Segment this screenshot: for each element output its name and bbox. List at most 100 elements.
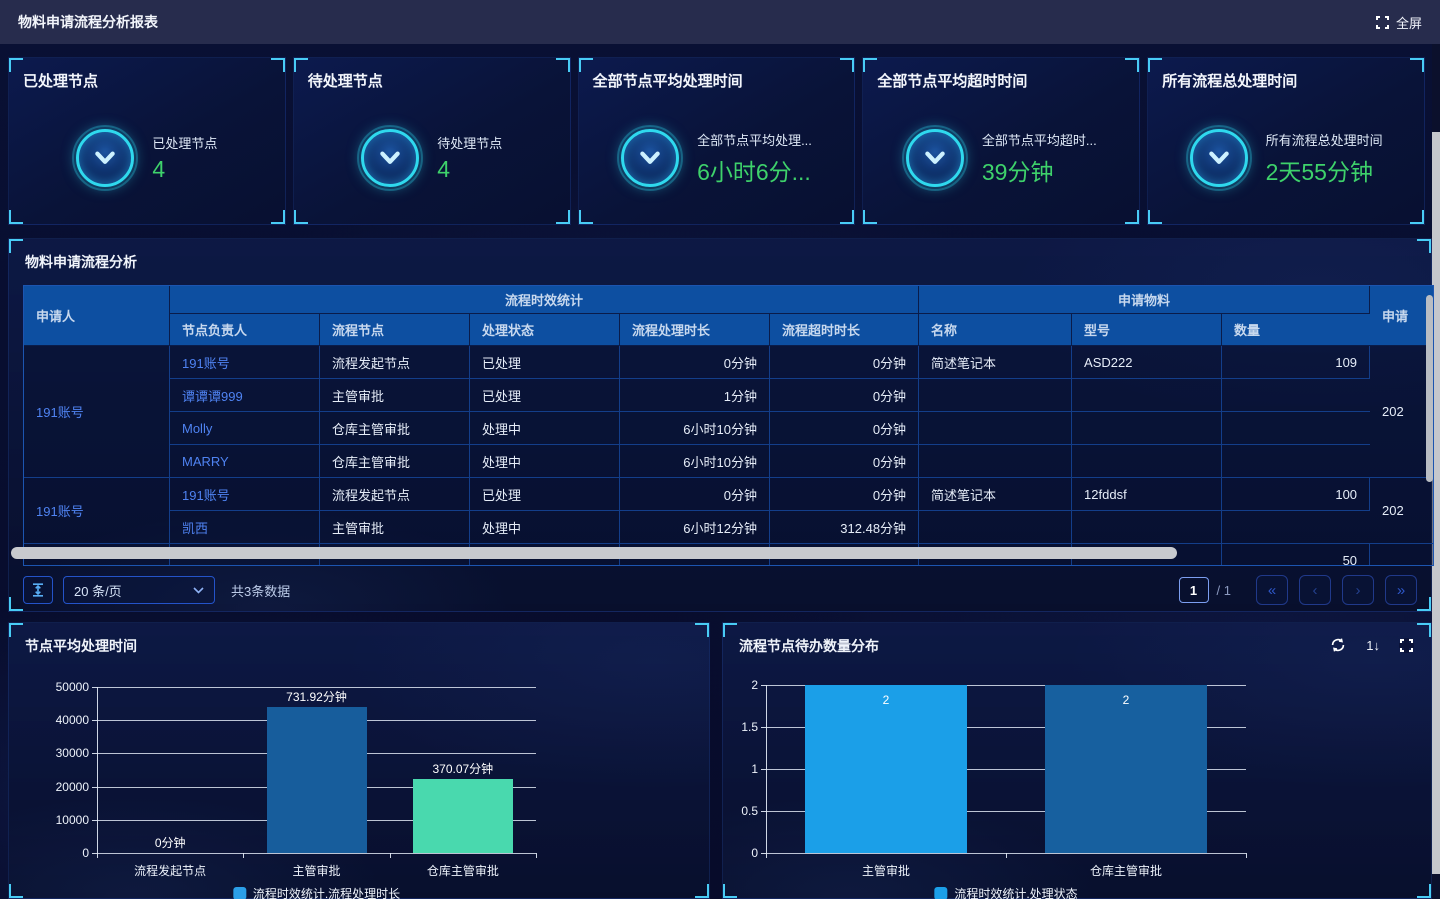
x-axis-tick [243, 853, 244, 858]
applicant-cell[interactable]: 191账号 [24, 478, 170, 544]
bar-chart-avg-node-time: 010000200003000040000500000分钟流程发起节点731.9… [9, 623, 709, 898]
material-model-cell: 12fddsf [1072, 478, 1222, 511]
corner-decoration [271, 210, 285, 224]
kpi-value: 2天55分钟 [1266, 153, 1383, 187]
corner-decoration [579, 58, 593, 72]
table-row: 凯西主管审批处理中6小时12分钟312.48分钟 [24, 511, 1434, 544]
fullscreen-label: 全屏 [1396, 13, 1422, 32]
kpi-card-total-processing-time: 所有流程总处理时间 所有流程总处理时间 2天55分钟 [1147, 57, 1425, 225]
bar-value-label: 731.92分钟 [286, 688, 347, 705]
duration-cell: 0分钟 [620, 346, 770, 379]
kpi-label: 已处理节点 [152, 133, 217, 152]
scrollbar-thumb[interactable] [11, 547, 1177, 559]
chart-fullscreen-icon [1400, 639, 1413, 652]
fullscreen-button[interactable]: 全屏 [1376, 13, 1422, 32]
owner-link-cell[interactable]: Molly [170, 412, 320, 445]
status-cell: 处理中 [470, 412, 620, 445]
owner-link-cell[interactable]: 191账号 [170, 478, 320, 511]
table-row: Molly仓库主管审批处理中6小时10分钟0分钟 [24, 412, 1434, 445]
col-header-applicant: 申请人 [24, 286, 170, 346]
chart-panel-avg-node-time: 节点平均处理时间 010000200003000040000500000分钟流程… [8, 622, 710, 899]
corner-decoration [695, 623, 709, 637]
pagination-bar: 20 条/页 共3条数据 1 / 1 « ‹ › » [23, 575, 1417, 605]
corner-decoration [271, 58, 285, 72]
qty-cell [1222, 445, 1370, 478]
corner-decoration [9, 597, 23, 611]
page-size-select[interactable]: 20 条/页 [63, 576, 215, 604]
chart-legend: 流程时效统计.流程处理时长 [233, 885, 400, 899]
corner-decoration [723, 623, 737, 637]
table-section-title: 物料申请流程分析 [25, 252, 137, 272]
kpi-card-pending-nodes: 待处理节点 待处理节点 4 [293, 57, 571, 225]
node-cell: 仓库主管审批 [320, 445, 470, 478]
corner-decoration [9, 884, 23, 898]
bar-value-label: 2 [883, 693, 890, 707]
row-height-toggle-button[interactable] [23, 576, 53, 604]
kpi-card-processed-nodes: 已处理节点 已处理节点 4 [8, 57, 286, 225]
prev-page-button[interactable]: ‹ [1299, 575, 1331, 605]
app-header: 物料申请流程分析报表 全屏 [0, 0, 1440, 44]
corner-decoration [1417, 884, 1431, 898]
node-cell: 流程发起节点 [320, 346, 470, 379]
gridline [97, 853, 536, 854]
duration-cell: 6小时12分钟 [620, 511, 770, 544]
col-header-node: 流程节点 [320, 314, 470, 346]
kpi-label: 所有流程总处理时间 [1266, 130, 1383, 149]
y-axis-tick-label: 50000 [35, 680, 89, 694]
duration-cell: 1分钟 [620, 379, 770, 412]
corner-decoration [1148, 58, 1162, 72]
col-header-material-model: 型号 [1072, 314, 1222, 346]
status-cell: 处理中 [470, 511, 620, 544]
refresh-icon [1330, 637, 1346, 653]
owner-link-cell[interactable]: 凯西 [170, 511, 320, 544]
last-page-button[interactable]: » [1385, 575, 1417, 605]
y-axis-tick-label: 10000 [35, 813, 89, 827]
node-cell: 主管审批 [320, 379, 470, 412]
table-vertical-scrollbar[interactable] [1426, 295, 1433, 482]
owner-link-cell[interactable]: 谭谭谭999 [170, 379, 320, 412]
first-page-button[interactable]: « [1256, 575, 1288, 605]
status-cell: 已处理 [470, 379, 620, 412]
kpi-value: 6小时6分... [697, 153, 812, 187]
page-number-input[interactable]: 1 [1179, 577, 1209, 603]
overtime-cell: 0分钟 [770, 478, 919, 511]
bar-value-label: 0分钟 [155, 834, 186, 851]
y-axis-tick-label: 1.5 [704, 720, 758, 734]
kpi-card-title: 全部节点平均处理时间 [593, 70, 743, 91]
x-axis-category-label: 主管审批 [292, 862, 340, 879]
col-header-duration: 流程处理时长 [620, 314, 770, 346]
next-page-button[interactable]: › [1342, 575, 1374, 605]
chart-panel-pending-distribution: 流程节点待办数量分布 1↓ 00.511.522主管审批2仓库主管审批流程时效统… [722, 622, 1432, 899]
corner-decoration [695, 884, 709, 898]
material-model-cell: ASD222 [1072, 346, 1222, 379]
kpi-label: 待处理节点 [437, 133, 502, 152]
material-model-cell [1072, 379, 1222, 412]
table-row: 191账号191账号流程发起节点已处理0分钟0分钟简述笔记本ASD2221092… [24, 346, 1434, 379]
owner-link-cell[interactable]: MARRY [170, 445, 320, 478]
kpi-value: 4 [437, 156, 502, 183]
qty-cell [1222, 511, 1370, 544]
corner-decoration [1125, 210, 1139, 224]
table-wrapper: 申请人 流程时效统计 申请物料 申请 节点负责人 流程节点 处理状态 流程处理时… [23, 285, 1434, 566]
corner-decoration [9, 210, 23, 224]
corner-decoration [840, 210, 854, 224]
kpi-badge-icon [361, 129, 419, 187]
chart-fullscreen-button[interactable] [1400, 639, 1413, 652]
corner-decoration [579, 210, 593, 224]
y-axis-line [97, 687, 98, 853]
table-row: 谭谭谭999主管审批已处理1分钟0分钟 [24, 379, 1434, 412]
table-horizontal-scrollbar[interactable] [9, 547, 1433, 559]
duration-cell: 6小时10分钟 [620, 445, 770, 478]
overtime-cell: 0分钟 [770, 445, 919, 478]
refresh-button[interactable] [1330, 637, 1346, 653]
y-axis-tick-label: 20000 [35, 780, 89, 794]
corner-decoration [9, 58, 23, 72]
applicant-cell[interactable]: 191账号 [24, 346, 170, 478]
col-header-overtime: 流程超时时长 [770, 314, 919, 346]
sort-button[interactable]: 1↓ [1366, 638, 1380, 653]
status-cell: 处理中 [470, 445, 620, 478]
corner-decoration [723, 884, 737, 898]
owner-link-cell[interactable]: 191账号 [170, 346, 320, 379]
kpi-value: 4 [152, 156, 217, 183]
legend-label: 流程时效统计.处理状态 [954, 885, 1077, 899]
